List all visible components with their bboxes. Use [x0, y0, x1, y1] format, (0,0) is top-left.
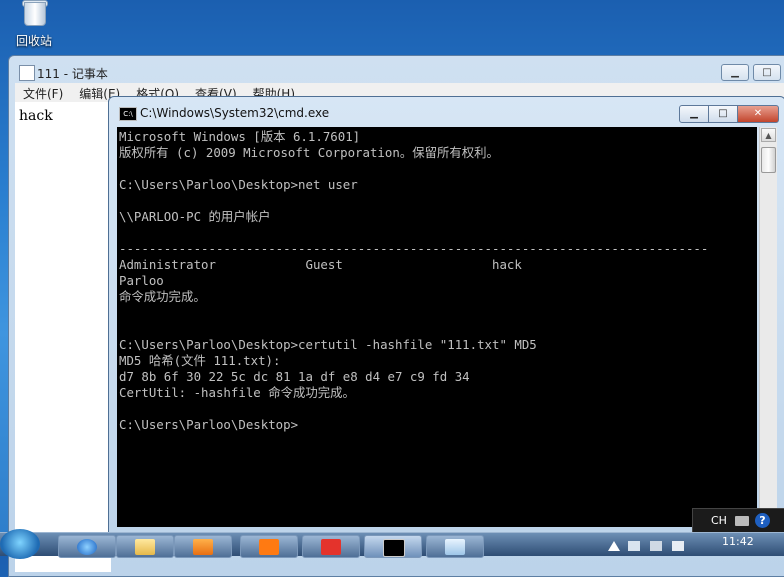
help-icon[interactable]: ? — [755, 513, 770, 528]
notepad-title: 111 - 记事本 — [37, 67, 108, 81]
ie-icon — [77, 539, 97, 555]
media-player-icon — [193, 539, 213, 555]
tray-volume-icon[interactable] — [672, 541, 684, 551]
scroll-up-arrow-icon[interactable]: ▲ — [761, 128, 776, 142]
taskbar-clock[interactable]: 11:42 — [722, 535, 754, 548]
keyboard-icon[interactable] — [735, 516, 749, 526]
cmd-maximize-button[interactable]: □ — [708, 105, 738, 123]
folder-icon — [135, 539, 155, 555]
cmd-app-icon: C:\ — [119, 107, 137, 121]
console-line: CertUtil: -hashfile 命令成功完成。 — [119, 385, 355, 400]
notepad-content: hack — [19, 108, 53, 124]
console-line: MD5 哈希(文件 111.txt): — [119, 353, 281, 368]
console-line: C:\Users\Parloo\Desktop> — [119, 417, 299, 432]
taskbar — [0, 529, 784, 559]
console-output[interactable]: Microsoft Windows [版本 6.1.7601] 版权所有 (c) … — [117, 127, 757, 527]
wps-icon — [321, 539, 341, 555]
console-line: ----------------------------------------… — [119, 241, 709, 256]
notepad-icon — [19, 65, 35, 81]
tray-arrow-icon[interactable] — [608, 541, 620, 551]
system-tray — [606, 533, 784, 556]
cmd-minimize-button[interactable]: ▁ — [679, 105, 709, 123]
console-line: 版权所有 (c) 2009 Microsoft Corporation。保留所有… — [119, 145, 499, 160]
notepad-text-area[interactable]: hack — [15, 102, 111, 572]
recycle-bin-icon — [20, 0, 48, 26]
console-line: Administrator Guest hack — [119, 257, 522, 272]
cmd-taskbar-icon — [383, 539, 405, 557]
language-indicator[interactable]: CH — [711, 514, 727, 527]
recycle-bin-shortcut[interactable]: 回收站 — [8, 0, 60, 49]
tray-network-icon[interactable] — [650, 541, 662, 551]
recycle-bin-label: 回收站 — [15, 34, 52, 48]
scroll-thumb[interactable] — [761, 147, 776, 173]
menu-file[interactable]: 文件(F) — [15, 83, 71, 102]
console-line: 命令成功完成。 — [119, 289, 206, 304]
notepad-maximize-button[interactable]: □ — [753, 64, 781, 81]
console-line: \\PARLOO-PC 的用户帐户 — [119, 209, 271, 224]
cmd-window: C:\ C:\Windows\System32\cmd.exe ▁ □ ✕ Mi… — [108, 96, 784, 534]
cmd-close-button[interactable]: ✕ — [737, 105, 779, 123]
language-bar[interactable]: CH ? — [692, 508, 784, 534]
cmd-title: C:\Windows\System32\cmd.exe — [140, 106, 330, 120]
notepad-minimize-button[interactable]: ▁ — [721, 64, 749, 81]
app-orange-icon — [259, 539, 279, 555]
tray-flag-icon[interactable] — [628, 541, 640, 551]
console-line: d7 8b 6f 30 22 5c dc 81 1a df e8 d4 e7 c… — [119, 369, 470, 384]
console-line: C:\Users\Parloo\Desktop>certutil -hashfi… — [119, 337, 537, 352]
console-line: Parloo — [119, 273, 164, 288]
notepad-taskbar-icon — [445, 539, 465, 555]
console-line: C:\Users\Parloo\Desktop>net user — [119, 177, 358, 192]
console-line: Microsoft Windows [版本 6.1.7601] — [119, 129, 361, 144]
console-scrollbar[interactable]: ▲ — [759, 127, 777, 527]
